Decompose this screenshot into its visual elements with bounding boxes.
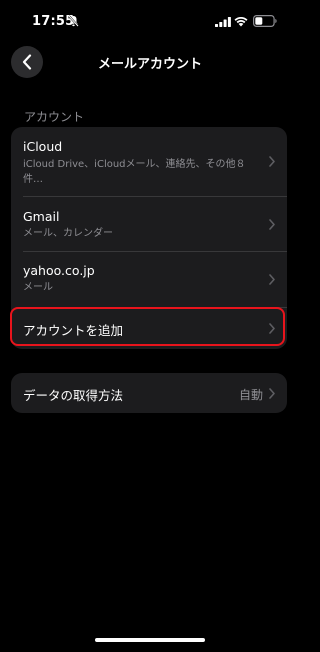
account-subtitle: iCloud Drive、iCloudメール、連絡先、その他８件… [23,159,246,185]
mail-accounts-screen: 17:55 メールアカウント アカウント iCloud iCloud Drive… [0,0,300,652]
wifi-icon [234,16,248,27]
account-row-icloud[interactable]: iCloud iCloud Drive、iCloudメール、連絡先、その他８件… [11,127,287,196]
battery-icon [253,15,277,27]
add-account-label: アカウントを追加 [23,323,124,338]
chevron-right-icon [269,219,275,230]
section-header-accounts: アカウント [24,110,85,124]
chevron-right-icon [269,274,275,285]
account-title: yahoo.co.jp [23,263,95,278]
fetch-value: 自動 [238,388,263,402]
chevron-right-icon [269,156,275,167]
account-title: iCloud [23,139,63,154]
home-indicator [95,638,205,642]
chevron-right-icon [269,323,275,334]
bell-slash-icon [68,15,79,27]
fetch-label: データの取得方法 [23,388,124,403]
signal-icon [215,17,231,27]
account-title: Gmail [23,209,60,224]
fetch-new-data-row[interactable]: データの取得方法 自動 [11,373,287,413]
status-bar: 17:55 [0,0,300,46]
account-row-yahoo[interactable]: yahoo.co.jp メール [11,252,287,307]
account-subtitle: メール [23,282,53,293]
add-account-button[interactable]: アカウントを追加 [11,308,287,349]
accounts-list: iCloud iCloud Drive、iCloudメール、連絡先、その他８件…… [11,127,287,349]
account-subtitle: メール、カレンダー [23,228,113,239]
account-row-gmail[interactable]: Gmail メール、カレンダー [11,197,287,251]
fetch-settings-list: データの取得方法 自動 [11,373,287,413]
page-title: メールアカウント [97,57,202,72]
chevron-right-icon [269,388,275,399]
